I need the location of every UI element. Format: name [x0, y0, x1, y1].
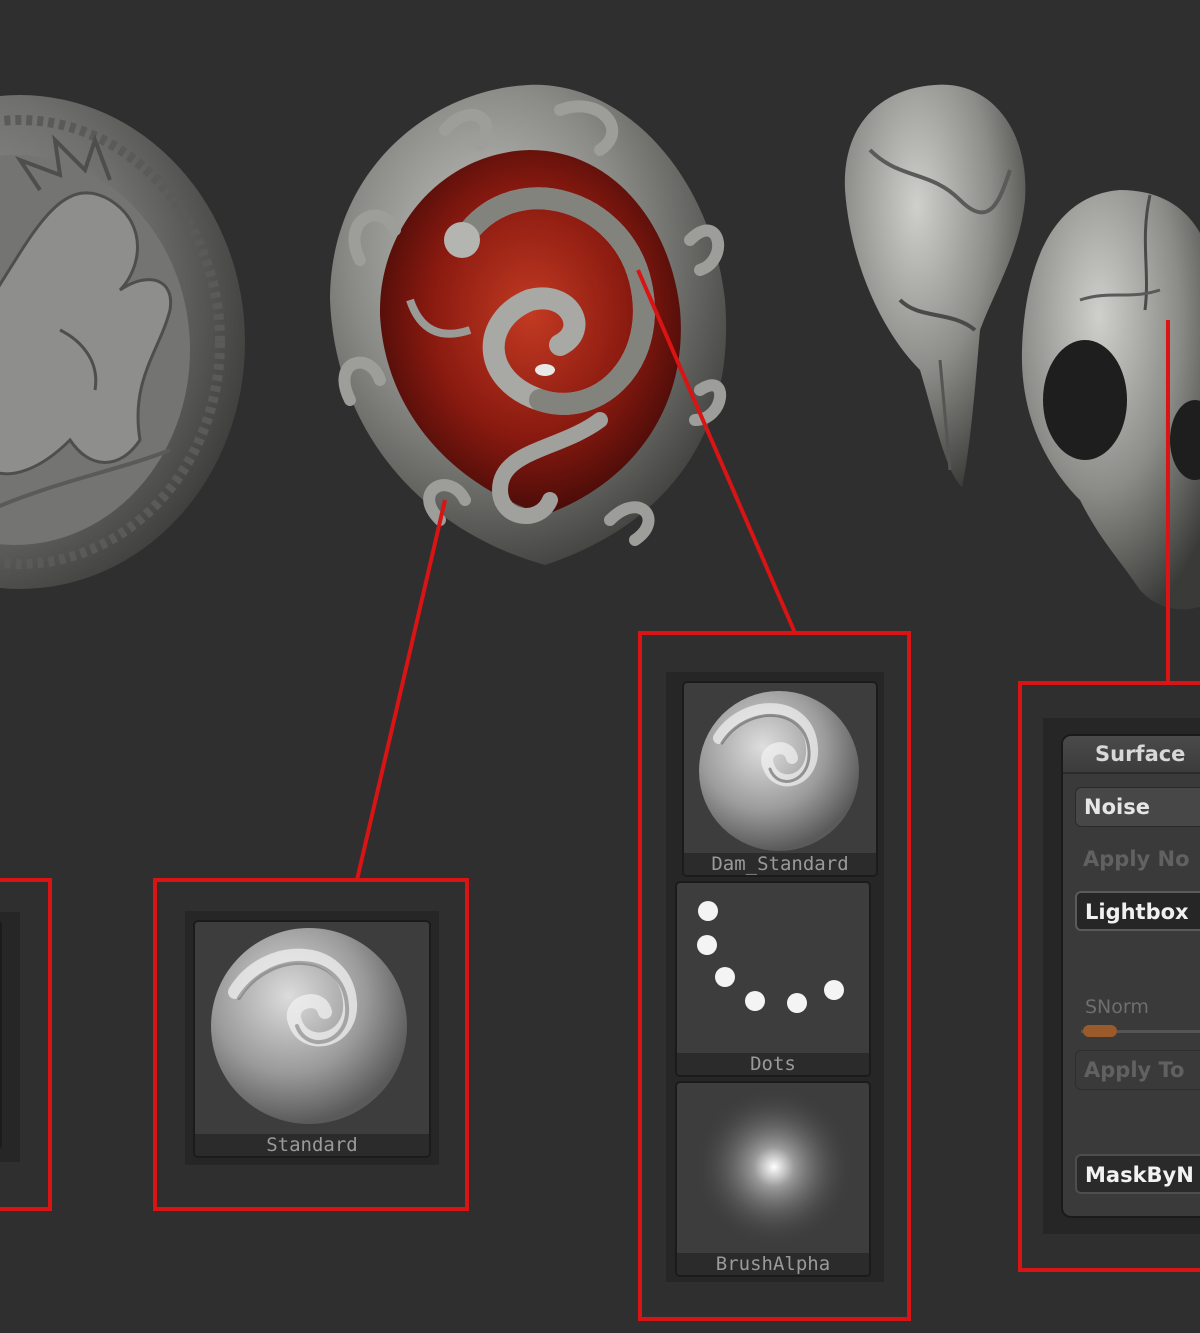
bird-skull-model: [844, 84, 1026, 487]
brush-alpha-tile[interactable]: BrushAlpha: [675, 1081, 871, 1277]
standard-brush-tile[interactable]: Standard: [193, 920, 431, 1158]
dam-standard-brush-tile[interactable]: Dam_Standard: [682, 681, 878, 877]
mask-by-noise-button[interactable]: MaskByN: [1075, 1154, 1200, 1194]
pendant-model: [330, 84, 727, 565]
coin-brush-tile[interactable]: [0, 920, 2, 1150]
dam-standard-brush-label: Dam_Standard: [684, 853, 876, 875]
leader-line-standard: [355, 499, 447, 881]
coin-model: [0, 95, 245, 589]
snorm-slider-handle[interactable]: [1083, 1025, 1117, 1037]
surface-panel-tray: Surface Noise Apply No Lightbox SNorm Ap…: [1043, 718, 1200, 1234]
dots-stroke-tile[interactable]: Dots: [675, 881, 871, 1077]
standard-brush-icon: [211, 928, 407, 1124]
dots-stroke-label: Dots: [677, 1053, 869, 1075]
snorm-slider-label: SNorm: [1085, 996, 1149, 1018]
brush-alpha-icon: [694, 1087, 854, 1247]
surface-panel-title[interactable]: Surface: [1063, 736, 1200, 774]
coin-brush-tray: [0, 912, 20, 1162]
apply-noise-button[interactable]: Apply No: [1075, 840, 1200, 880]
snorm-slider[interactable]: [1081, 1025, 1200, 1037]
dots-stroke-icon: [697, 901, 844, 1013]
lightbox-button[interactable]: Lightbox: [1075, 891, 1200, 931]
standard-brush-tray: Standard: [185, 911, 439, 1165]
dam-standard-brush-icon: [699, 691, 859, 851]
noise-button[interactable]: Noise: [1075, 787, 1200, 827]
large-skull-model: [1021, 190, 1200, 610]
apply-to-button[interactable]: Apply To: [1075, 1050, 1200, 1090]
brush-alpha-label: BrushAlpha: [677, 1253, 869, 1275]
surface-panel: Surface Noise Apply No Lightbox SNorm Ap…: [1061, 734, 1200, 1218]
scales-brush-tray: Dam_Standard Dots BrushAlpha: [666, 672, 884, 1282]
standard-brush-label: Standard: [195, 1134, 429, 1156]
